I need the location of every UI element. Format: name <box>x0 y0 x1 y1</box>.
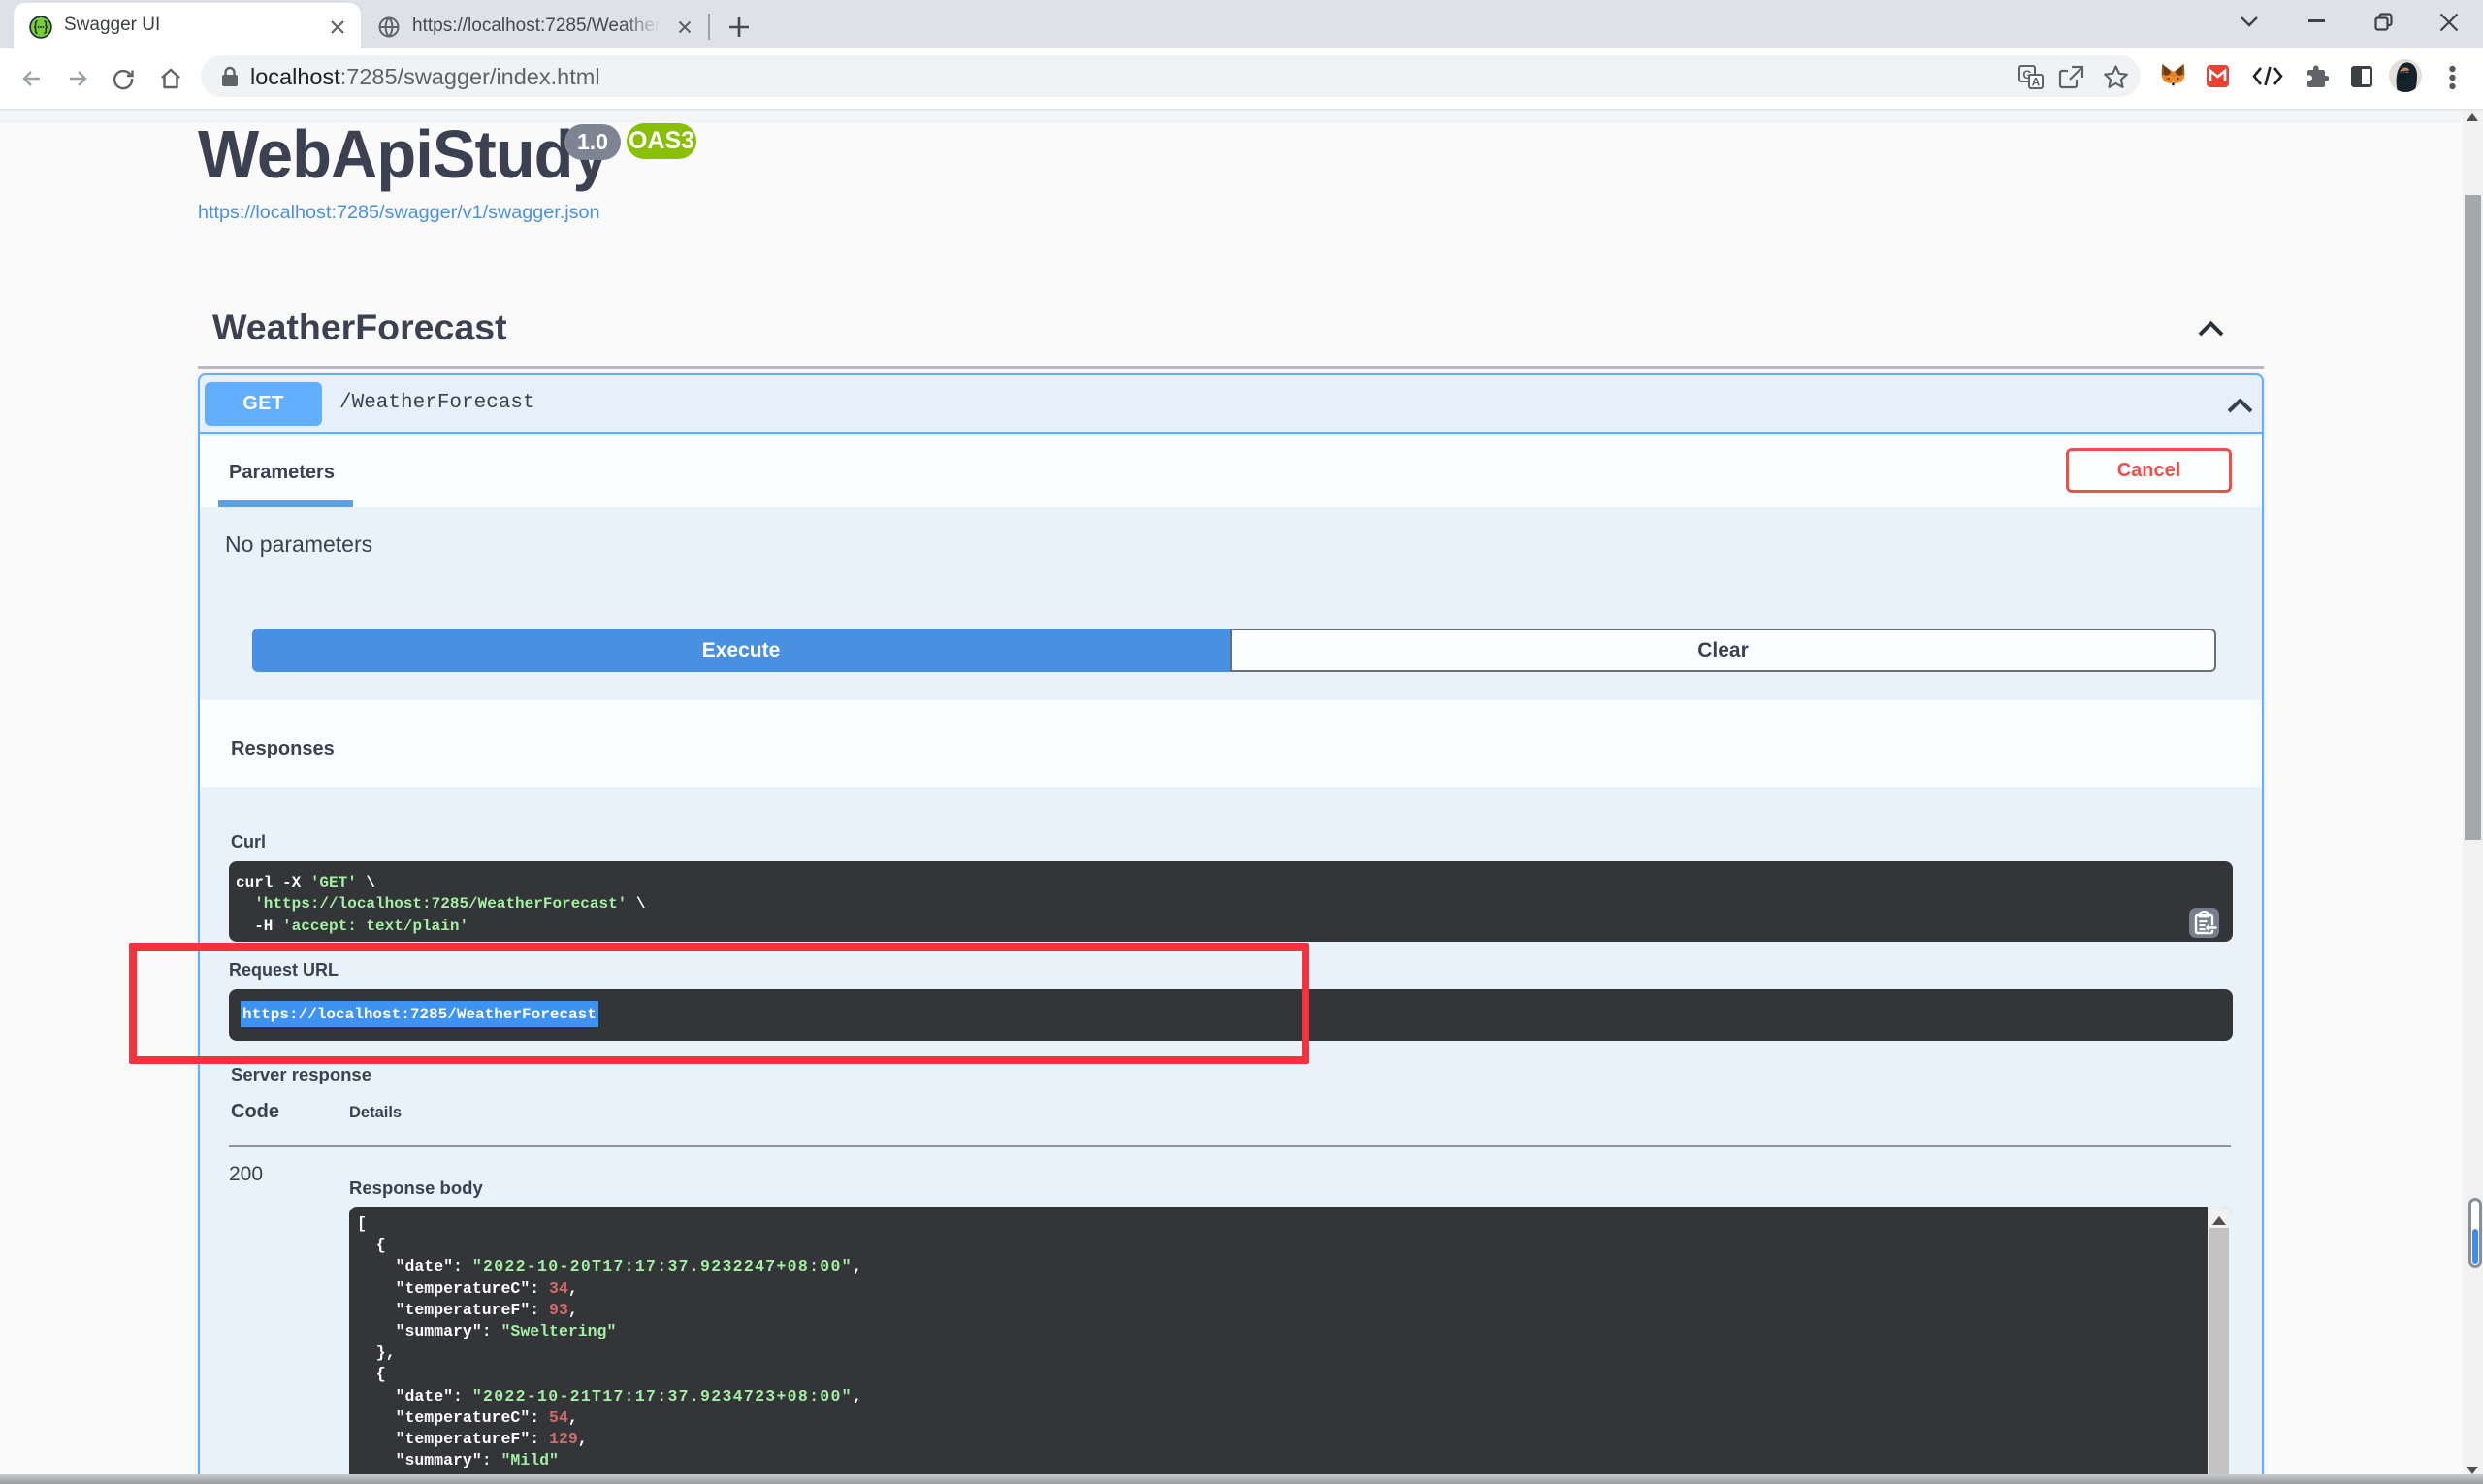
svg-text:A: A <box>2032 76 2041 89</box>
